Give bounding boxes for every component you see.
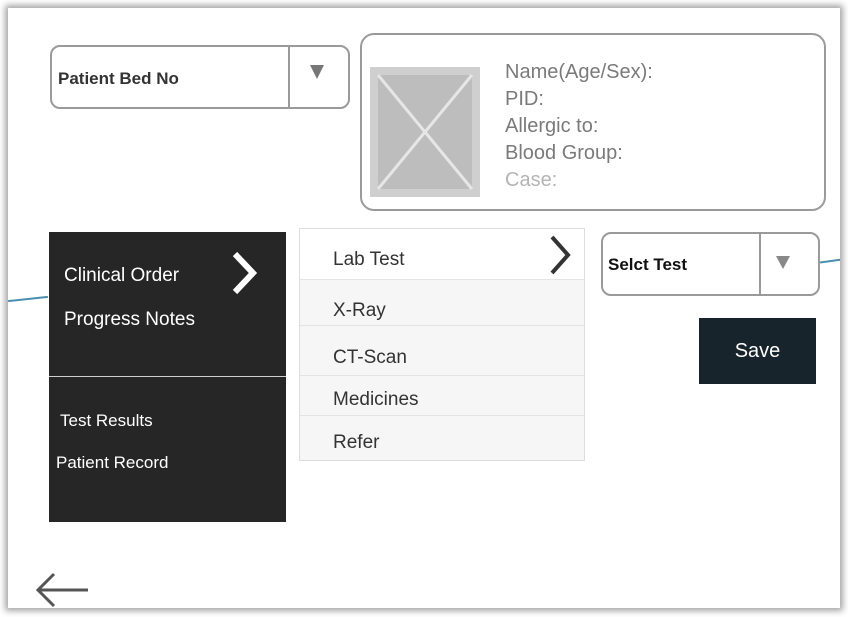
select-divider xyxy=(288,47,290,107)
decorative-line-right xyxy=(819,258,840,264)
chevron-right-icon xyxy=(550,235,571,275)
patient-name-label: Name(Age/Sex): xyxy=(505,61,653,83)
patient-photo-placeholder-icon xyxy=(370,67,480,197)
list-item-ct-scan[interactable]: CT-Scan xyxy=(300,326,584,376)
list-item-lab-test[interactable]: Lab Test xyxy=(300,229,584,280)
dropdown-arrow-icon[interactable] xyxy=(776,256,790,269)
menu-item-clinical-order[interactable]: Clinical Order xyxy=(64,265,179,287)
chevron-right-icon xyxy=(232,251,258,295)
menu-divider xyxy=(49,376,286,377)
save-button[interactable]: Save xyxy=(699,318,816,384)
patient-details: Name(Age/Sex): PID: Allergic to: Blood G… xyxy=(505,59,653,194)
patient-bed-select[interactable]: Patient Bed No xyxy=(50,45,350,109)
list-item-medicines[interactable]: Medicines xyxy=(300,376,584,416)
app-window: Patient Bed No Name(Age/Sex): PID: Aller… xyxy=(8,8,840,608)
order-type-list: Lab Test X-Ray CT-Scan Medicines Refer xyxy=(299,228,585,461)
menu-item-patient-record[interactable]: Patient Record xyxy=(56,453,168,473)
menu-item-progress-notes[interactable]: Progress Notes xyxy=(64,309,195,331)
list-item-label: CT-Scan xyxy=(333,347,407,368)
list-item-label: Medicines xyxy=(333,389,419,410)
decorative-line-left xyxy=(8,295,48,303)
list-item-label: Lab Test xyxy=(333,249,405,270)
list-item-label: X-Ray xyxy=(333,300,386,321)
patient-info-card: Name(Age/Sex): PID: Allergic to: Blood G… xyxy=(360,33,826,211)
menu-item-test-results[interactable]: Test Results xyxy=(60,411,153,431)
dropdown-arrow-icon[interactable] xyxy=(310,65,324,79)
patient-blood-group-label: Blood Group: xyxy=(505,142,623,164)
test-select[interactable]: Selct Test xyxy=(601,232,820,296)
list-item-label: Refer xyxy=(333,432,380,453)
test-select-label: Selct Test xyxy=(608,255,688,274)
patient-bed-label: Patient Bed No xyxy=(58,69,179,88)
patient-case-label: Case: xyxy=(505,169,558,191)
list-item-x-ray[interactable]: X-Ray xyxy=(300,280,584,326)
select-divider xyxy=(759,234,761,294)
back-arrow-icon[interactable] xyxy=(32,570,92,608)
patient-pid-label: PID: xyxy=(505,88,544,110)
patient-allergy-label: Allergic to: xyxy=(505,115,599,137)
side-menu: Clinical Order Progress Notes Test Resul… xyxy=(49,232,286,522)
list-item-refer[interactable]: Refer xyxy=(300,416,584,460)
